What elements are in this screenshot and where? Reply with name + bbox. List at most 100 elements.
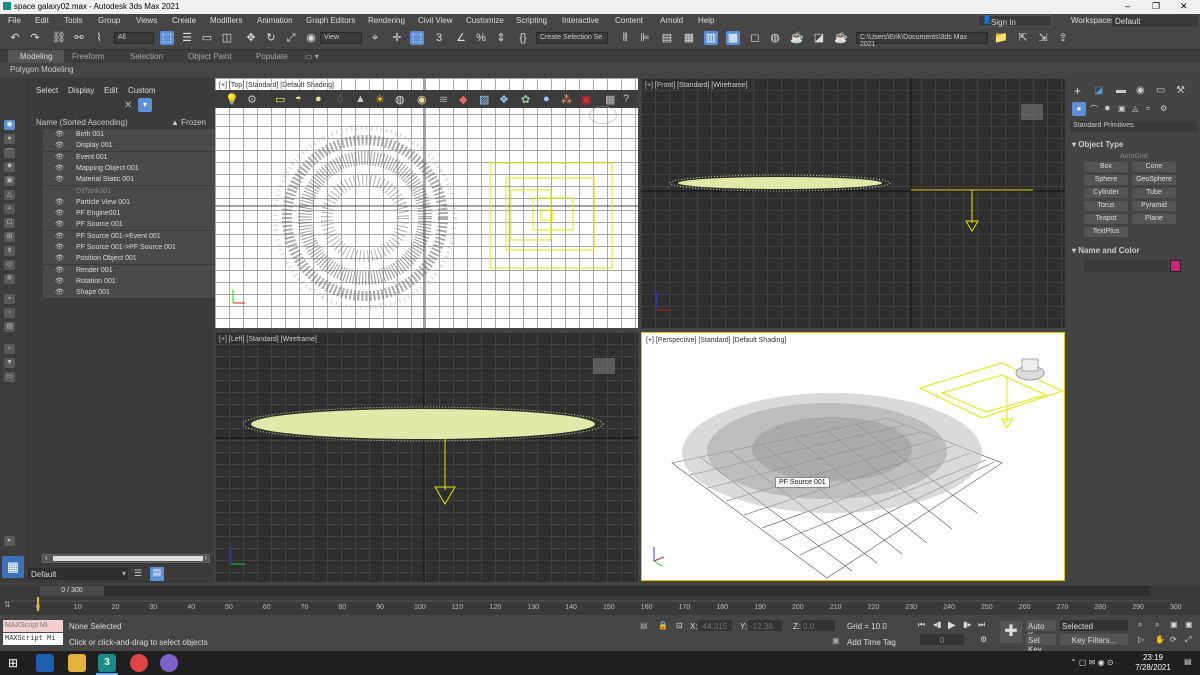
folder-icon[interactable]: ▦	[605, 93, 615, 106]
ribbon-tab-object-paint[interactable]: Object Paint	[188, 52, 232, 61]
named-selection-dropdown[interactable]: Create Selection Se	[536, 32, 608, 44]
cone-light-icon[interactable]: ▲	[355, 93, 366, 105]
ribbon-options-icon[interactable]: ▭ ▾	[305, 52, 319, 61]
visibility-eye-icon[interactable]: 👁	[55, 208, 64, 219]
absolute-mode-icon[interactable]: ⊡	[676, 621, 683, 630]
scene-explorer-icon[interactable]: ▥	[704, 31, 718, 45]
bind-spacewarp-icon[interactable]: ⌇	[92, 31, 106, 45]
sphere-light-icon[interactable]: ●	[315, 93, 322, 105]
primitive-button-box[interactable]: Box	[1084, 162, 1128, 172]
selection-filter-dropdown[interactable]: All	[114, 32, 154, 44]
scene-row[interactable]: 👁 Particle View 001	[43, 196, 235, 208]
category-dropdown[interactable]: Standard Primitives	[1070, 121, 1197, 132]
modify-tab-icon[interactable]: ◪	[1094, 85, 1103, 96]
select-manipulate-icon[interactable]: ✛	[390, 31, 404, 45]
key-filters-button[interactable]: Key Filters...	[1060, 634, 1128, 645]
physics-icon[interactable]: ◆	[459, 93, 467, 106]
add-time-tag[interactable]: Add Time Tag	[847, 638, 896, 647]
maximize-viewport-icon[interactable]: ⤢	[1185, 635, 1191, 645]
move-icon[interactable]: ✥	[244, 31, 258, 45]
project-new-icon[interactable]: ⇪	[1056, 31, 1070, 45]
x-coordinate-field[interactable]: -44.315	[698, 620, 732, 631]
close-search-icon[interactable]: ✕	[124, 100, 132, 111]
viber-icon[interactable]	[160, 654, 178, 672]
key-selection-dropdown[interactable]: Selected	[1060, 620, 1128, 631]
light-icon[interactable]: 💡	[225, 93, 239, 106]
z-coordinate-field[interactable]: 0.0	[801, 620, 835, 631]
scene-tab-select[interactable]: Select	[36, 86, 58, 95]
visibility-eye-icon[interactable]: 👁	[55, 287, 64, 298]
visibility-eye-icon[interactable]: 👁	[55, 163, 64, 174]
y-coordinate-field[interactable]: -12.38	[748, 620, 782, 631]
ribbon-tab-populate[interactable]: Populate	[256, 52, 288, 61]
viewcube-ring-icon[interactable]	[589, 106, 617, 124]
visibility-eye-icon[interactable]: 👁	[55, 231, 64, 242]
layer-settings-icon[interactable]: ▤	[150, 567, 164, 581]
help-icon[interactable]: ?	[623, 93, 629, 105]
utilities-tab-icon[interactable]: ⚒	[1176, 85, 1185, 96]
play-icon[interactable]: ▶	[948, 620, 956, 631]
lock-selection-icon[interactable]: 🔒	[658, 621, 668, 630]
mirror-icon[interactable]: ⫴	[618, 31, 632, 45]
find-icon[interactable]: ⌕	[4, 344, 15, 354]
placement-icon[interactable]: ◉	[304, 31, 318, 45]
project-save-icon[interactable]: ⇲	[1036, 31, 1050, 45]
scene-tab-custom[interactable]: Custom	[128, 86, 156, 95]
menu-animation[interactable]: Animation	[257, 16, 293, 25]
primitive-button-teapot[interactable]: Teapot	[1084, 214, 1128, 224]
expand-panel-icon[interactable]: ▸	[4, 536, 15, 546]
object-name-field[interactable]	[1084, 260, 1168, 272]
3dsmax-taskbar-icon[interactable]: 3	[98, 654, 116, 672]
filter-dropdown-icon[interactable]: ▾	[138, 98, 152, 112]
visibility-eye-icon[interactable]: 👁	[55, 276, 64, 287]
name-and-color-header[interactable]: ▾ Name and Color	[1072, 246, 1140, 255]
edge-icon[interactable]	[36, 654, 54, 672]
settings-icon[interactable]: ⚙	[247, 93, 257, 106]
primitive-button-textplus[interactable]: TextPlus	[1084, 227, 1128, 237]
sort-icon[interactable]: ▭	[4, 372, 15, 382]
workspace-dropdown[interactable]: Default	[1112, 15, 1198, 27]
maxscript-input[interactable]: MAXScript Mi	[3, 633, 63, 645]
scene-row[interactable]: OilTank001	[43, 185, 235, 197]
viewport-left-label[interactable]: [+] [Left] [Standard] [Wireframe]	[219, 336, 317, 343]
frozen-filter-icon[interactable]: ❄	[4, 274, 15, 284]
select-none-icon[interactable]: ▫	[4, 308, 15, 318]
motion-tab-icon[interactable]: ◉	[1136, 85, 1145, 96]
lights-category-icon[interactable]: ✸	[1104, 104, 1111, 113]
object-type-header[interactable]: ▾ Object Type	[1072, 140, 1123, 149]
redo-icon[interactable]: ↷	[28, 31, 42, 45]
containers-filter-icon[interactable]: ◇	[4, 260, 15, 270]
undo-icon[interactable]: ↶	[8, 31, 22, 45]
menu-group[interactable]: Group	[98, 16, 120, 25]
orbit-icon[interactable]: ⟳	[1170, 635, 1177, 644]
link-icon[interactable]: ⛓	[52, 31, 66, 45]
scene-row[interactable]: 👁 Material Static 001	[43, 174, 235, 186]
primitive-button-cylinder[interactable]: Cylinder	[1084, 188, 1128, 198]
helpers-filter-icon[interactable]: △	[4, 190, 15, 200]
reference-coord-dropdown[interactable]: View	[320, 32, 362, 44]
scroll-right-icon[interactable]: ›	[204, 553, 207, 562]
create-tab-icon[interactable]: +	[1074, 84, 1081, 98]
menu-arnold[interactable]: Arnold	[660, 16, 683, 25]
name-column-header[interactable]: Name (Sorted Ascending)	[36, 118, 128, 127]
go-to-end-icon[interactable]: ⏭	[978, 620, 985, 630]
shapes-filter-icon[interactable]: ⌒	[4, 148, 15, 158]
ambient-light-icon[interactable]: ▭	[275, 93, 285, 106]
visibility-eye-icon[interactable]: 👁	[55, 129, 64, 140]
scene-tab-display[interactable]: Display	[68, 86, 94, 95]
spot-light-icon[interactable]: ♢	[335, 93, 345, 106]
primitive-button-geosphere[interactable]: GeoSphere	[1132, 175, 1176, 185]
geometry-filter-icon[interactable]: ●	[4, 134, 15, 144]
mesh-icon[interactable]: ❖	[499, 93, 509, 106]
viewport-front-label[interactable]: [+] [Front] [Standard] [Wireframe]	[645, 82, 748, 89]
scene-row[interactable]: 👁 Display 001	[43, 140, 235, 152]
spacewarps-filter-icon[interactable]: ≈	[4, 204, 15, 214]
menu-interactive[interactable]: Interactive	[562, 16, 599, 25]
scene-row[interactable]: 👁 Position Object 001	[43, 253, 235, 265]
go-to-start-icon[interactable]: ⏮	[918, 620, 925, 630]
menu-edit[interactable]: Edit	[35, 16, 49, 25]
primitive-button-pyramid[interactable]: Pyramid	[1132, 201, 1176, 211]
isolate-icon[interactable]: ▤	[640, 621, 648, 630]
align-icon[interactable]: ⊫	[638, 31, 652, 45]
unlink-icon[interactable]: ⚯	[72, 31, 86, 45]
